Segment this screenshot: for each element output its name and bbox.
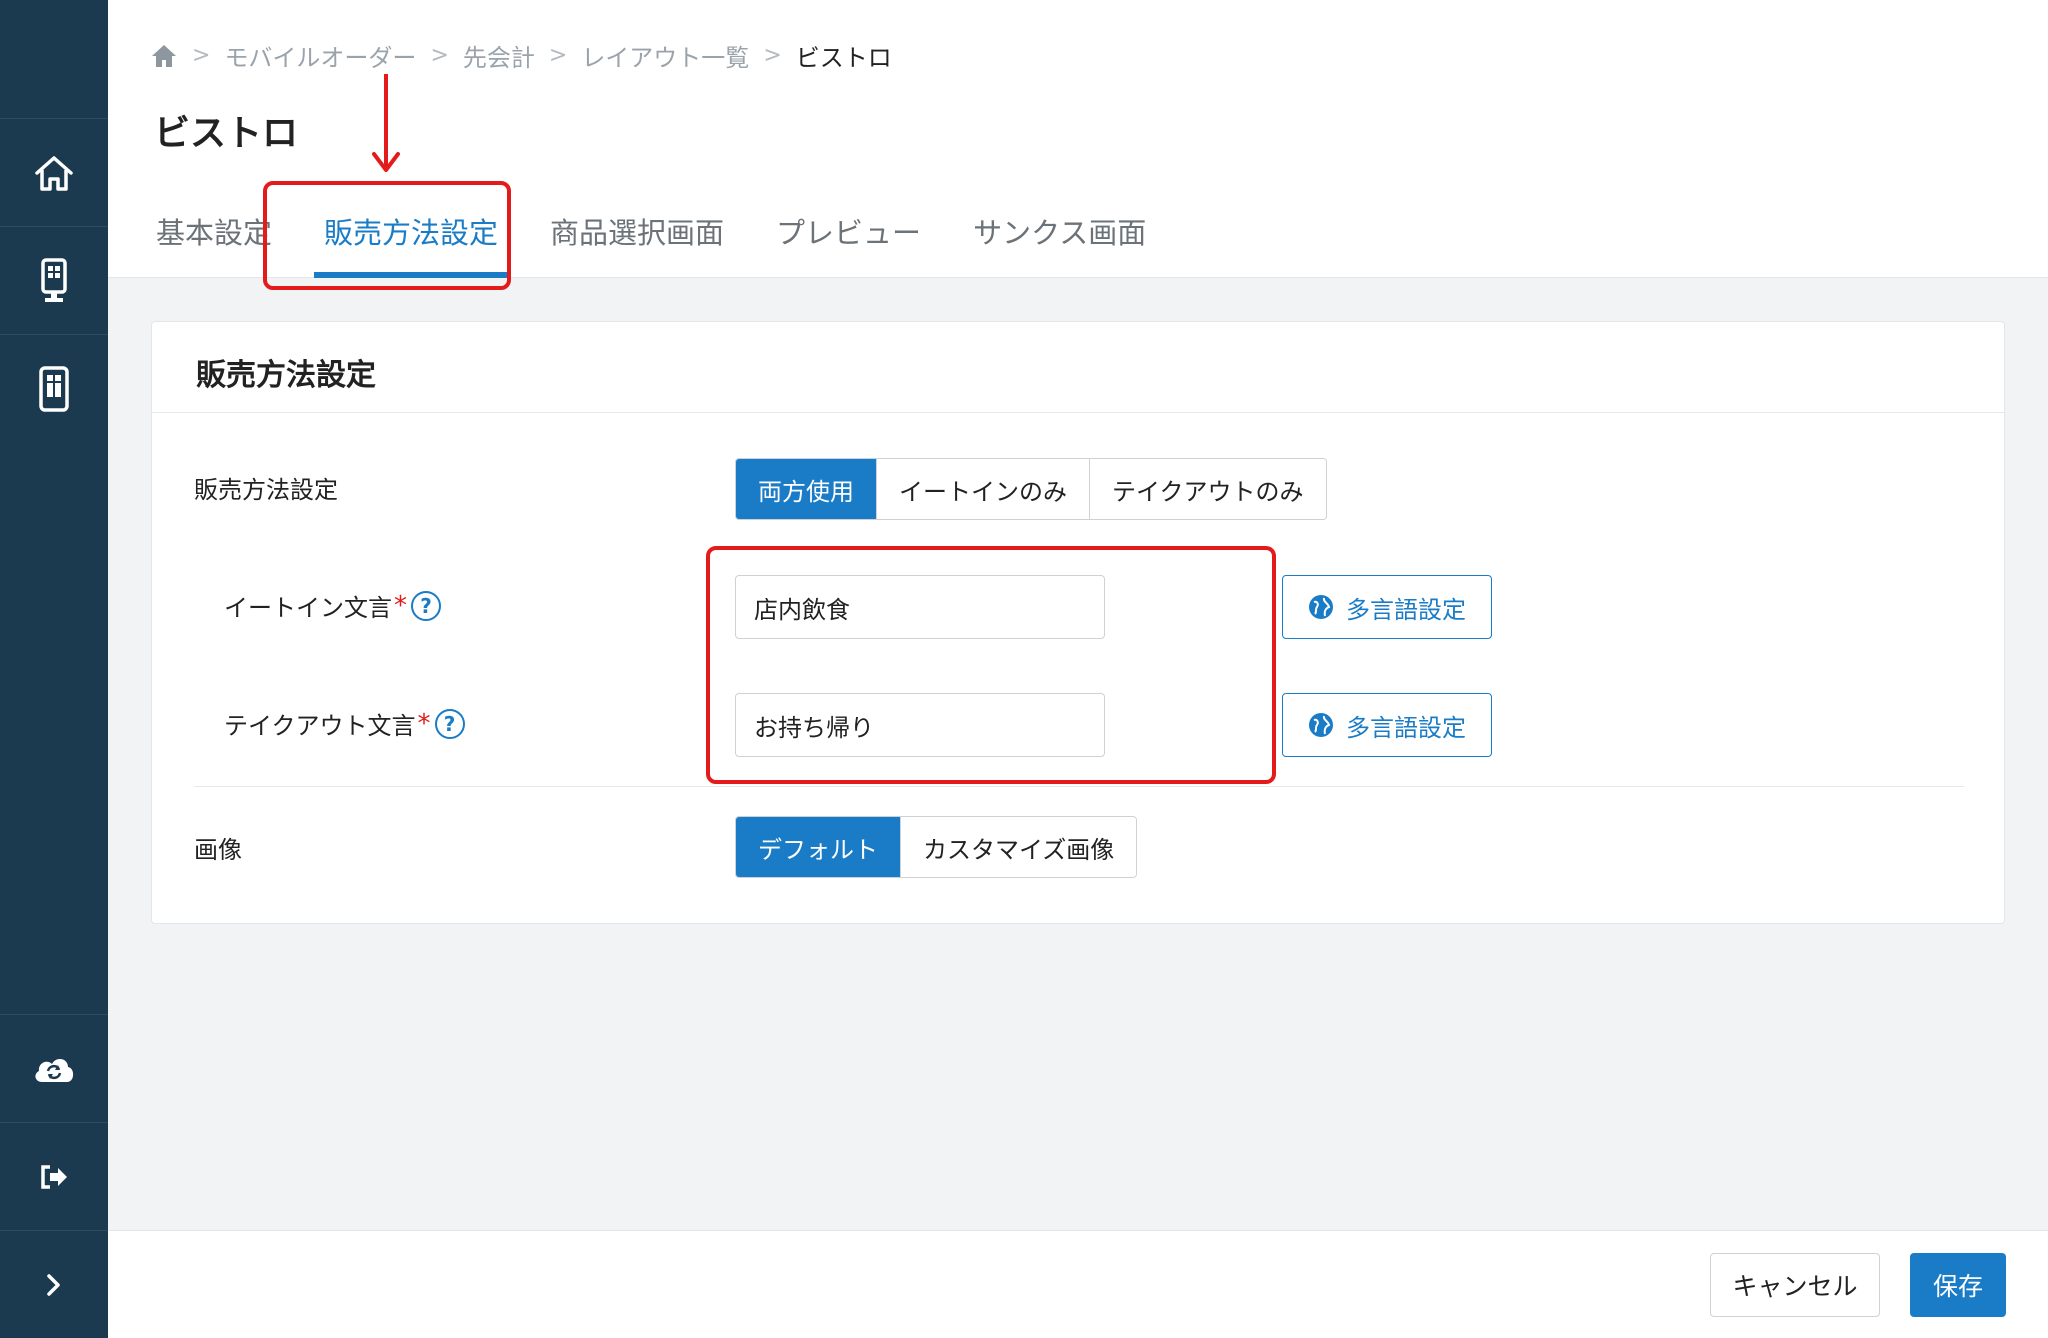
breadcrumb-item-mobile-order[interactable]: モバイルオーダー	[224, 38, 416, 73]
globe-icon	[1309, 713, 1333, 737]
breadcrumb-current: ビストロ	[795, 44, 892, 72]
required-mark: *	[394, 590, 407, 621]
logout-icon	[41, 1164, 67, 1189]
breadcrumb-separator: >	[548, 43, 568, 68]
sidebar-item-tablet[interactable]	[0, 334, 108, 442]
sales-method-toggle: 両方使用 イートインのみ テイクアウトのみ	[735, 458, 1327, 520]
sidebar-item-home[interactable]	[0, 118, 108, 226]
save-button[interactable]: 保存	[1910, 1253, 2006, 1317]
image-toggle: デフォルト カスタマイズ画像	[735, 816, 1138, 878]
breadcrumb-separator: >	[763, 43, 782, 68]
sales-method-card: 販売方法設定 販売方法設定 両方使用 イートインのみ テイクアウトのみ イートイ…	[151, 321, 2005, 924]
required-mark: *	[417, 708, 431, 739]
option-default-image[interactable]: デフォルト	[736, 817, 900, 877]
eatin-text-input[interactable]	[735, 575, 1105, 639]
home-icon[interactable]	[150, 43, 178, 69]
sidebar-item-logout[interactable]	[0, 1122, 108, 1230]
breadcrumb-item-layout-list[interactable]: レイアウト一覧	[581, 38, 749, 73]
takeout-text-label-text: テイクアウト文言	[224, 712, 416, 740]
page-title: ビストロ	[154, 113, 299, 154]
globe-icon	[1309, 595, 1333, 619]
annotation-arrow-icon	[372, 74, 400, 172]
option-takeout-only[interactable]: テイクアウトのみ	[1089, 459, 1326, 519]
multilang-label: 多言語設定	[1346, 595, 1466, 624]
cancel-button[interactable]: キャンセル	[1710, 1253, 1880, 1317]
footer-bar: キャンセル 保存	[108, 1230, 2048, 1338]
multilang-label: 多言語設定	[1346, 713, 1466, 742]
sidebar	[0, 0, 108, 1338]
breadcrumb-separator: >	[430, 43, 449, 68]
sidebar-item-expand[interactable]	[0, 1230, 108, 1338]
kiosk-icon	[41, 257, 67, 302]
row-divider	[194, 786, 1964, 787]
chevron-right-icon	[47, 1273, 60, 1296]
breadcrumb-separator: >	[192, 43, 211, 68]
tablet-icon	[39, 365, 69, 412]
sidebar-item-sync[interactable]	[0, 1014, 108, 1122]
card-title: 販売方法設定	[196, 358, 376, 393]
tab-sales-method[interactable]: 販売方法設定	[300, 206, 522, 278]
breadcrumb: > モバイルオーダー > 先会計 > レイアウト一覧 > ビストロ	[150, 38, 892, 73]
card-divider	[152, 412, 2004, 413]
image-label: 画像	[194, 836, 242, 864]
takeout-text-input[interactable]	[735, 693, 1105, 757]
help-icon[interactable]: ?	[411, 590, 441, 621]
cloud-sync-icon	[35, 1058, 74, 1082]
tab-bar: 基本設定 販売方法設定 商品選択画面 プレビュー サンクス画面	[132, 206, 1174, 278]
tab-basic-settings[interactable]: 基本設定	[132, 206, 296, 278]
eatin-text-label-text: イートイン文言	[224, 594, 392, 622]
takeout-text-label: テイクアウト文言 * ?	[224, 706, 465, 741]
takeout-multilang-button[interactable]: 多言語設定	[1282, 693, 1492, 757]
breadcrumb-item-prepay[interactable]: 先会計	[463, 38, 535, 73]
eatin-multilang-button[interactable]: 多言語設定	[1282, 575, 1492, 639]
eatin-text-label: イートイン文言 * ?	[224, 588, 441, 623]
option-eatin-only[interactable]: イートインのみ	[876, 459, 1089, 519]
help-icon[interactable]: ?	[434, 708, 465, 739]
tab-product-selection[interactable]: 商品選択画面	[526, 206, 748, 278]
home-icon	[35, 155, 73, 191]
sales-method-label: 販売方法設定	[194, 476, 338, 504]
sidebar-item-kiosk[interactable]	[0, 226, 108, 334]
tab-thanks-screen[interactable]: サンクス画面	[949, 206, 1170, 278]
tab-preview[interactable]: プレビュー	[752, 206, 945, 278]
option-custom-image[interactable]: カスタマイズ画像	[900, 817, 1137, 877]
option-both[interactable]: 両方使用	[736, 459, 876, 519]
